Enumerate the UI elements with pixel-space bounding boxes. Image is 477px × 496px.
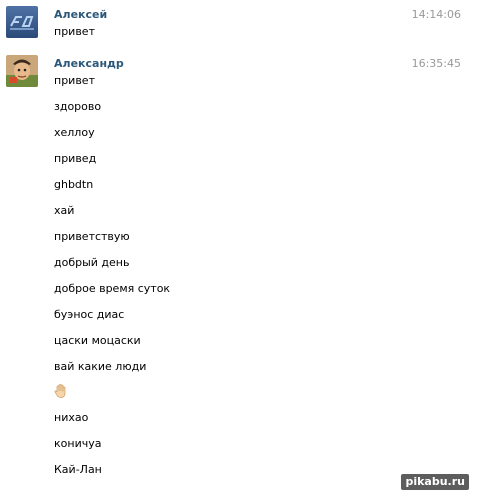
message-text: коничуа: [54, 437, 102, 450]
author-name[interactable]: Александр: [54, 57, 124, 71]
message-text: здорово: [54, 100, 102, 113]
message-text: хеллоу: [54, 126, 95, 139]
message-text: буэнос диас: [54, 308, 125, 321]
message-text: Кай-Лан: [54, 463, 102, 476]
message-time[interactable]: 16:35:45: [412, 57, 461, 71]
message-time[interactable]: 14:14:06: [412, 8, 461, 22]
message-text: привет: [54, 25, 95, 38]
avatar[interactable]: [6, 55, 38, 87]
author-name[interactable]: Алексей: [54, 8, 107, 22]
raised-hand-icon: [53, 383, 69, 399]
message-text: приветствую: [54, 230, 130, 243]
watermark: pikabu.ru: [401, 474, 469, 490]
message-text: привед: [54, 152, 97, 165]
message-text: привет: [54, 74, 95, 87]
avatar[interactable]: [6, 6, 38, 38]
message-text: хай: [54, 204, 75, 217]
message-text: доброе время суток: [54, 282, 171, 295]
message-text: ghbdtn: [54, 178, 94, 191]
message-text: добрый день: [54, 256, 130, 269]
message-text: вай какие люди: [54, 360, 147, 373]
logo-avatar-icon: [6, 6, 38, 38]
cartoon-avatar-icon: [6, 55, 38, 87]
message-text: цаски моцаски: [54, 334, 141, 347]
message-text: нихао: [54, 411, 89, 424]
